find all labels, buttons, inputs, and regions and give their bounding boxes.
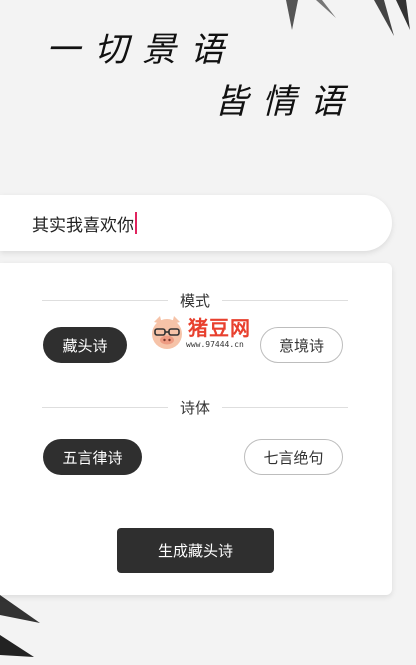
mode-label: 模式	[180, 291, 211, 310]
form-label: 诗体	[180, 398, 211, 417]
divider-line	[42, 299, 168, 301]
title-line-2: 皆情语	[214, 82, 358, 122]
bamboo-leaves-bottom-icon	[0, 595, 40, 657]
form-option-five-char[interactable]: 五言律诗	[43, 439, 142, 475]
form-option-seven-char[interactable]: 七言绝句	[244, 439, 343, 475]
generate-button[interactable]: 生成藏头诗	[117, 528, 274, 573]
divider-line	[42, 406, 168, 408]
bamboo-leaves-top-icon	[286, 0, 410, 36]
divider-line	[222, 299, 349, 301]
text-caret	[135, 212, 137, 234]
title-line-1: 一切景语	[46, 30, 238, 70]
acrostic-text-input[interactable]: 其实我喜欢你	[0, 195, 392, 251]
mode-option-acrostic[interactable]: 藏头诗	[43, 327, 127, 363]
watermark-url: www.97444.cn	[186, 340, 244, 349]
mode-section-header: 模式	[42, 290, 349, 310]
watermark-name: 猪豆网	[188, 316, 251, 340]
divider-line	[222, 406, 349, 408]
site-watermark: 猪豆网 www.97444.cn	[146, 312, 270, 356]
form-section-header: 诗体	[42, 397, 349, 417]
pig-logo-icon	[152, 316, 182, 349]
input-value: 其实我喜欢你	[32, 215, 134, 236]
mode-option-mood[interactable]: 意境诗	[260, 327, 343, 363]
